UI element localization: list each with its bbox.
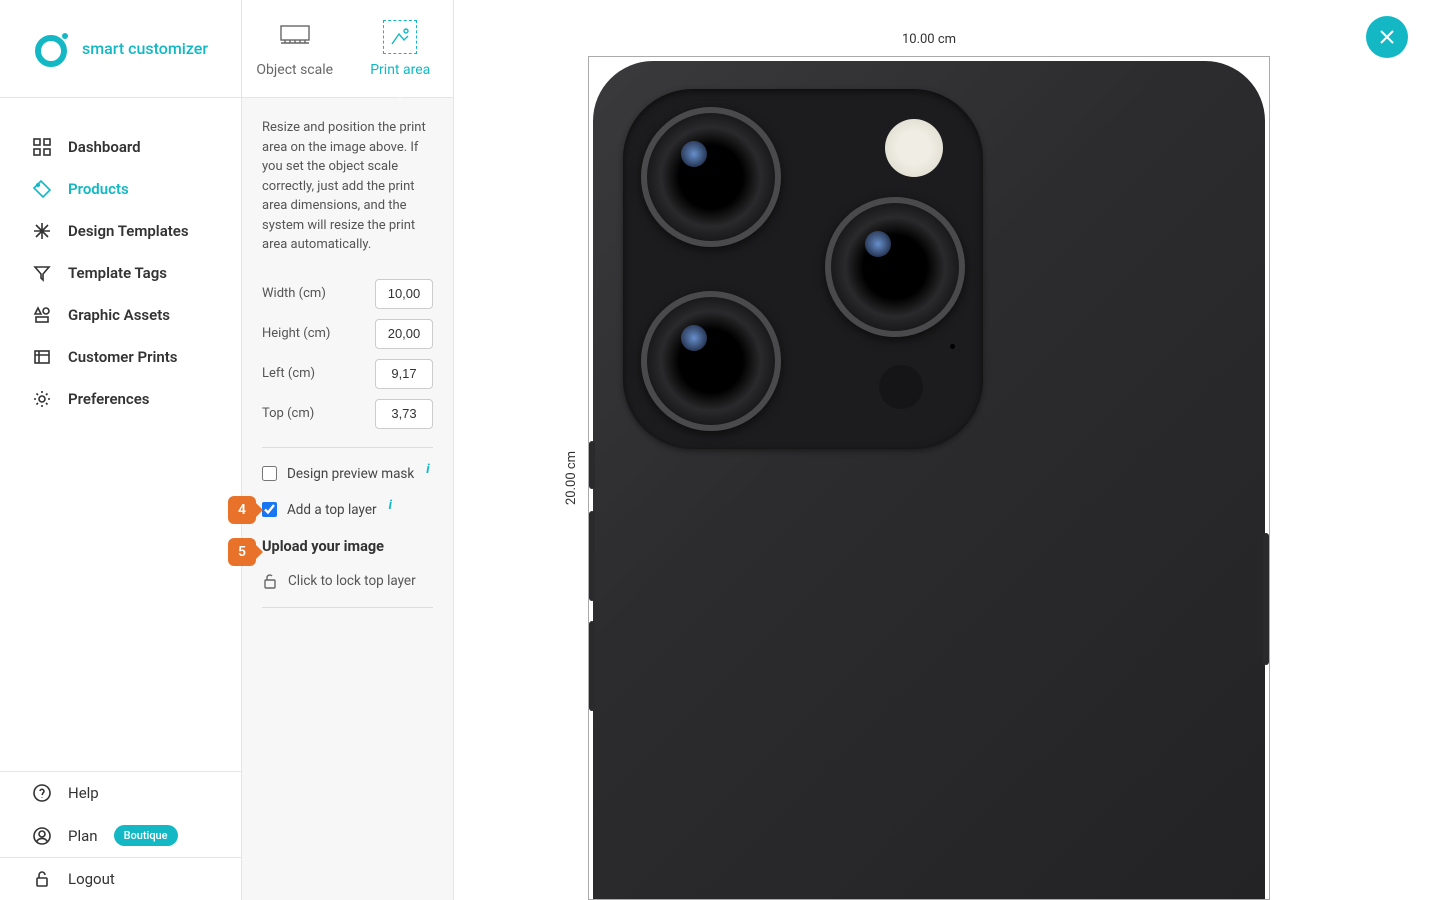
user-icon (32, 826, 52, 846)
sidebar-item-label: Dashboard (68, 138, 141, 156)
width-label: Width (cm) (262, 286, 326, 301)
tag-icon (32, 179, 52, 199)
field-width: Width (cm) (262, 279, 433, 309)
height-label: Height (cm) (262, 326, 330, 341)
sidebar-item-label: Graphic Assets (68, 306, 170, 324)
design-preview-mask-row[interactable]: Design preview maski (262, 466, 433, 482)
camera-lens (641, 291, 781, 431)
close-button[interactable] (1366, 16, 1408, 58)
phone-side-button (1263, 533, 1269, 665)
lock-top-layer-row[interactable]: Click to lock top layer (262, 573, 433, 589)
upload-label-text: Upload your image (262, 538, 384, 555)
dashboard-icon (32, 137, 52, 157)
tabs: Object scale Print area (242, 0, 453, 98)
settings-panel: Object scale Print area Resize and posit… (242, 0, 454, 900)
panel-description: Resize and position the print area on th… (262, 118, 433, 255)
sidebar-item-preferences[interactable]: Preferences (0, 378, 241, 420)
camera-lens (641, 107, 781, 247)
phone-case-mockup (593, 61, 1265, 899)
field-top: Top (cm) (262, 399, 433, 429)
main-nav: Dashboard Products Design Templates Temp… (0, 98, 241, 771)
print-area-frame[interactable] (588, 56, 1270, 900)
panel-body: Resize and position the print area on th… (242, 98, 453, 646)
sidebar-item-graphic-assets[interactable]: Graphic Assets (0, 294, 241, 336)
step-marker-5: 5 (228, 538, 256, 566)
canvas-area: 10.00 cm 20.00 cm (454, 0, 1440, 900)
ruler-width: 10.00 cm (588, 32, 1270, 47)
mask-checkbox[interactable] (262, 466, 277, 481)
tab-print-area[interactable]: Print area (348, 0, 454, 97)
ruler-height: 20.00 cm (564, 56, 579, 900)
sidebar-item-label: Design Templates (68, 222, 189, 240)
gear-icon (32, 389, 52, 409)
left-label: Left (cm) (262, 366, 315, 381)
sidebar-item-label: Help (68, 784, 99, 802)
sidebar: smart customizer Dashboard Products Desi… (0, 0, 242, 900)
info-icon[interactable]: i (426, 462, 429, 477)
sidebar-item-label: Products (68, 180, 129, 198)
camera-lens (825, 197, 965, 337)
object-scale-icon (278, 20, 312, 54)
shapes-icon (32, 305, 52, 325)
product-preview[interactable]: 10.00 cm 20.00 cm (588, 56, 1270, 900)
help-icon (32, 783, 52, 803)
nav-bottom: Help Plan Boutique Logout (0, 771, 241, 900)
sidebar-item-design-templates[interactable]: Design Templates (0, 210, 241, 252)
logo[interactable]: smart customizer (0, 0, 241, 98)
camera-module (623, 89, 983, 449)
plan-badge: Boutique (114, 825, 178, 846)
prints-icon (32, 347, 52, 367)
divider (262, 447, 433, 448)
tab-label: Object scale (256, 62, 333, 78)
lock-label: Click to lock top layer (288, 573, 416, 589)
phone-side-button (589, 621, 595, 711)
width-input[interactable] (375, 279, 433, 309)
add-top-layer-row[interactable]: 4 Add a top layeri (262, 502, 433, 518)
sidebar-item-logout[interactable]: Logout (0, 858, 241, 900)
logo-text: smart customizer (82, 39, 208, 58)
height-input[interactable] (375, 319, 433, 349)
sidebar-item-plan[interactable]: Plan Boutique (0, 814, 241, 857)
camera-flash (885, 119, 943, 177)
mask-label: Design preview mask (287, 466, 414, 482)
field-height: Height (cm) (262, 319, 433, 349)
sidebar-item-label: Logout (68, 870, 115, 888)
toplayer-label: Add a top layer (287, 502, 377, 518)
phone-side-button (589, 511, 595, 601)
info-icon[interactable]: i (389, 498, 392, 513)
filter-icon (32, 263, 52, 283)
top-input[interactable] (375, 399, 433, 429)
phone-side-button (589, 441, 595, 489)
microphone (950, 344, 955, 349)
lidar-sensor (879, 365, 923, 409)
lock-icon (32, 869, 52, 889)
sidebar-item-label: Customer Prints (68, 348, 178, 366)
templates-icon (32, 221, 52, 241)
sidebar-item-label: Plan (68, 827, 98, 845)
print-area-icon (383, 20, 417, 54)
left-input[interactable] (375, 359, 433, 389)
toplayer-checkbox[interactable] (262, 502, 277, 517)
sidebar-item-help[interactable]: Help (0, 772, 241, 814)
lock-open-icon (262, 573, 278, 589)
sidebar-item-template-tags[interactable]: Template Tags (0, 252, 241, 294)
upload-your-image[interactable]: 5 Upload your image (262, 538, 433, 555)
divider (262, 607, 433, 608)
sidebar-item-label: Preferences (68, 390, 150, 408)
step-marker-4: 4 (228, 496, 256, 524)
sidebar-item-dashboard[interactable]: Dashboard (0, 126, 241, 168)
logo-icon (32, 30, 70, 68)
sidebar-item-products[interactable]: Products (0, 168, 241, 210)
field-left: Left (cm) (262, 359, 433, 389)
tab-object-scale[interactable]: Object scale (242, 0, 348, 97)
sidebar-item-customer-prints[interactable]: Customer Prints (0, 336, 241, 378)
tab-label: Print area (370, 62, 430, 78)
sidebar-item-label: Template Tags (68, 264, 167, 282)
top-label: Top (cm) (262, 406, 314, 421)
